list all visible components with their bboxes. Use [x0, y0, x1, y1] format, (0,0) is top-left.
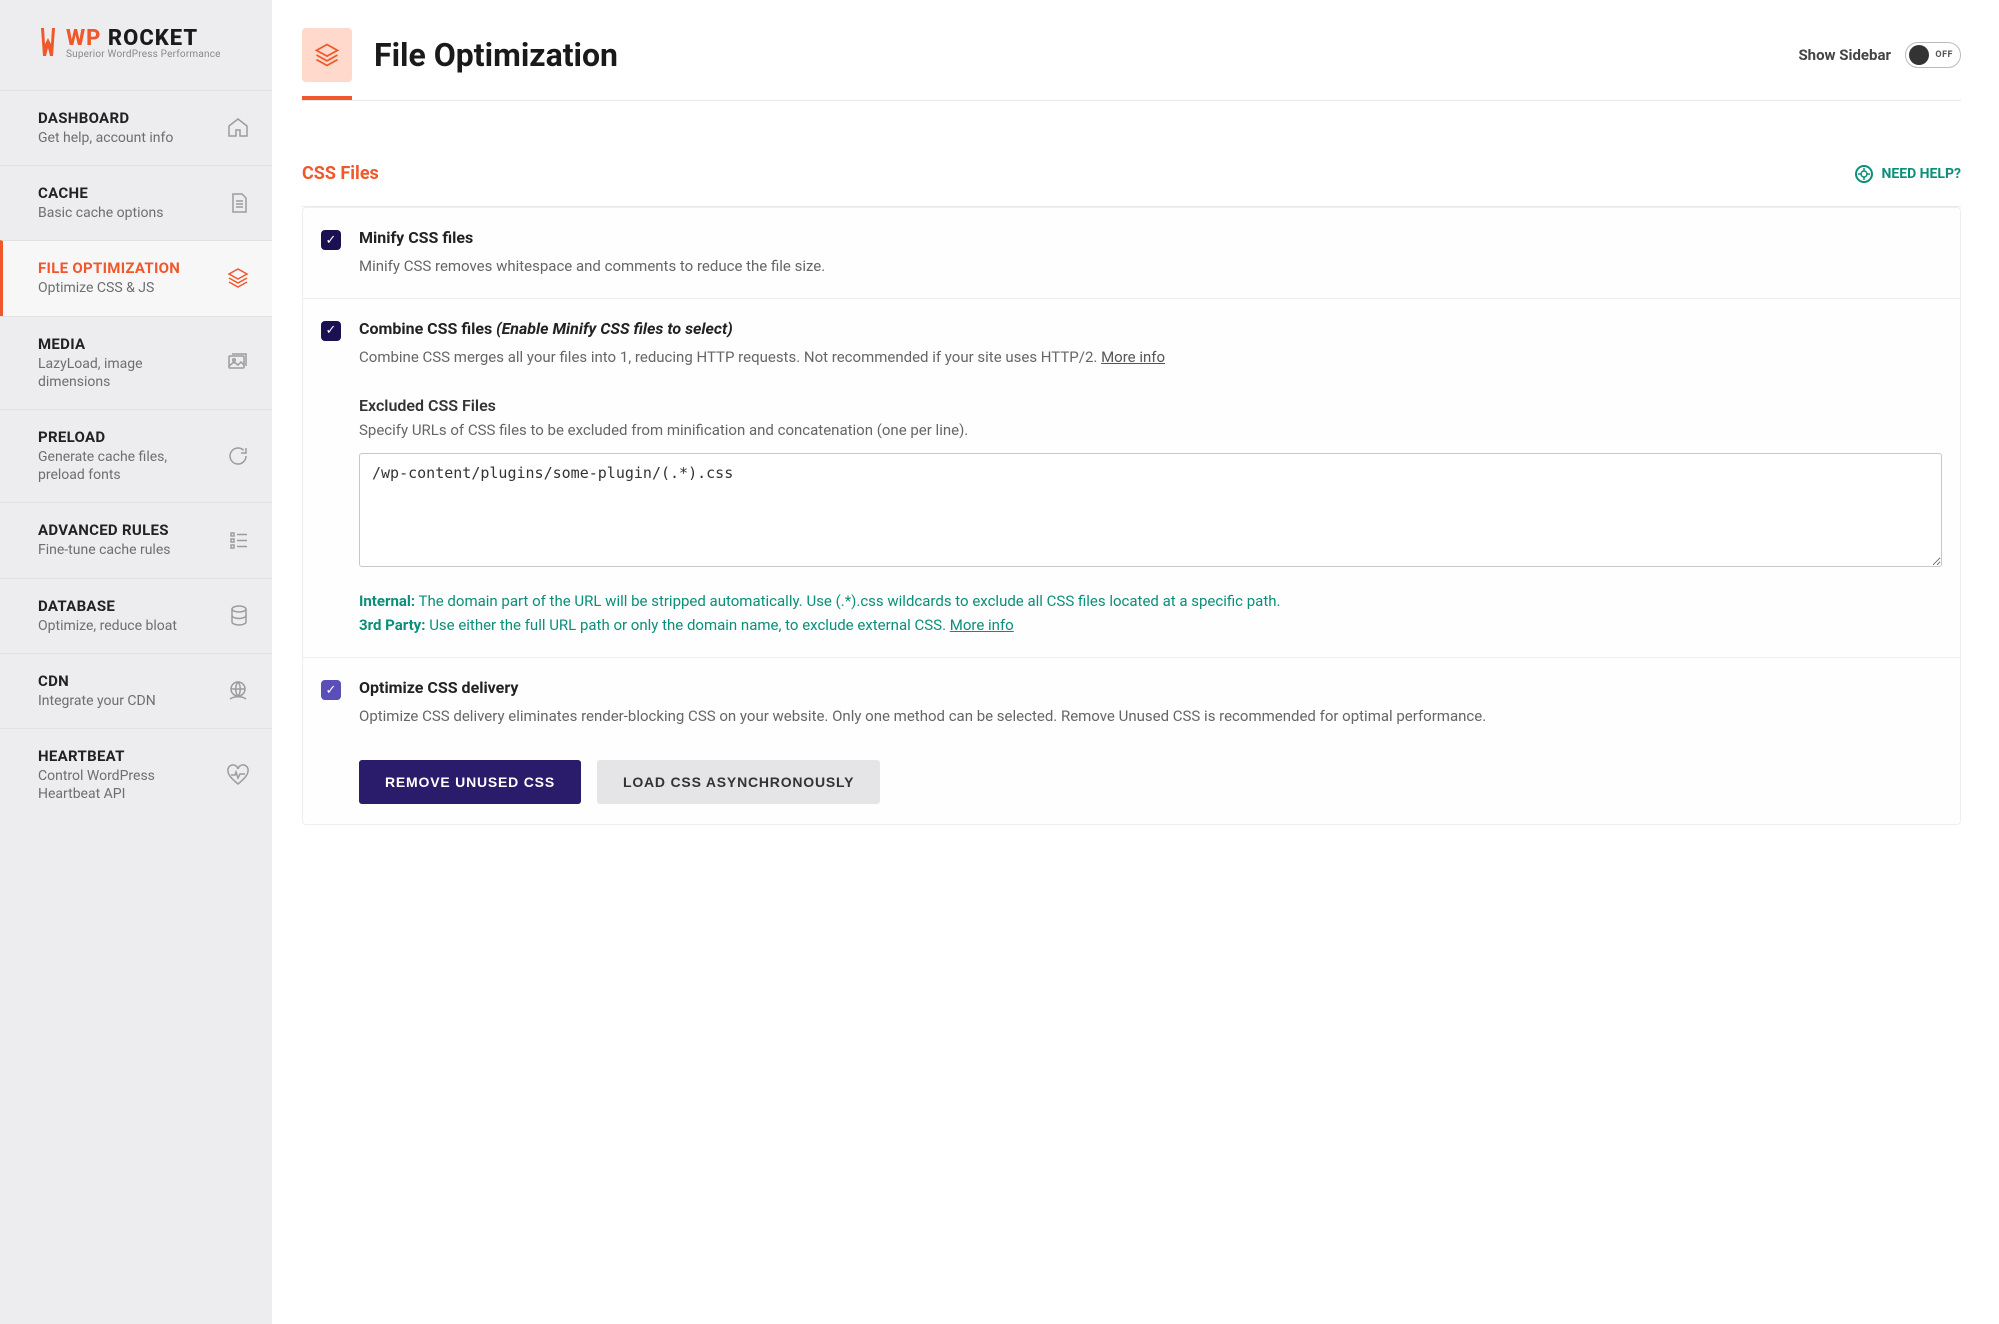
optimize-css-checkbox[interactable]: ✓	[321, 680, 341, 700]
refresh-icon	[226, 444, 250, 468]
combine-css-more-info-link[interactable]: More info	[1101, 348, 1165, 366]
optimize-css-buttons: REMOVE UNUSED CSS LOAD CSS ASYNCHRONOUSL…	[359, 760, 1942, 804]
page-title: File Optimization	[374, 36, 618, 74]
optimize-css-desc: Optimize CSS delivery eliminates render-…	[359, 705, 1942, 728]
combine-css-desc: Combine CSS merges all your files into 1…	[359, 346, 1942, 369]
sidebar-item-heartbeat[interactable]: HEARTBEATControl WordPress Heartbeat API	[0, 728, 272, 821]
minify-css-checkbox[interactable]: ✓	[321, 230, 341, 250]
optimize-css-title: Optimize CSS delivery	[359, 678, 1942, 697]
sidebar-item-cdn[interactable]: CDNIntegrate your CDN	[0, 653, 272, 728]
combine-css-checkbox[interactable]: ✓	[321, 321, 341, 341]
page-stack-icon	[302, 28, 352, 82]
globe-icon	[226, 679, 250, 703]
image-icon	[226, 352, 250, 374]
excluded-css-hint: Internal: The domain part of the URL wil…	[359, 589, 1942, 637]
excluded-css-textarea[interactable]	[359, 453, 1942, 567]
sidebar-item-advanced-rules[interactable]: ADVANCED RULESFine-tune cache rules	[0, 502, 272, 577]
brand: WP ROCKET Superior WordPress Performance	[0, 0, 272, 90]
brand-logo-icon	[38, 26, 58, 60]
excluded-css-more-info-link[interactable]: More info	[950, 616, 1014, 634]
file-icon	[228, 191, 250, 215]
remove-unused-css-button[interactable]: REMOVE UNUSED CSS	[359, 760, 581, 804]
divider	[302, 100, 1961, 101]
option-minify-css: ✓ Minify CSS files Minify CSS removes wh…	[303, 208, 1960, 299]
help-ring-icon	[1855, 165, 1873, 183]
combine-css-title: Combine CSS files (Enable Minify CSS fil…	[359, 319, 1942, 338]
show-sidebar-toggle[interactable]: OFF	[1905, 42, 1961, 68]
need-help-link[interactable]: NEED HELP?	[1855, 165, 1961, 183]
database-icon	[228, 604, 250, 628]
excluded-css-title: Excluded CSS Files	[359, 396, 1942, 415]
css-options-panel: ✓ Minify CSS files Minify CSS removes wh…	[302, 207, 1961, 825]
list-icon	[228, 529, 250, 551]
heart-icon	[226, 764, 250, 786]
section-title: CSS Files	[302, 163, 379, 184]
option-combine-css: ✓ Combine CSS files (Enable Minify CSS f…	[303, 299, 1960, 659]
sidebar-item-preload[interactable]: PRELOADGenerate cache files, preload fon…	[0, 409, 272, 502]
page-header: File Optimization Show Sidebar OFF	[302, 28, 1961, 82]
sidebar-item-media[interactable]: MEDIALazyLoad, image dimensions	[0, 316, 272, 409]
excluded-css-block: Excluded CSS Files Specify URLs of CSS f…	[359, 396, 1942, 637]
excluded-css-desc: Specify URLs of CSS files to be excluded…	[359, 421, 1942, 439]
brand-subtitle: Superior WordPress Performance	[66, 50, 221, 60]
sidebar-item-database[interactable]: DATABASEOptimize, reduce bloat	[0, 578, 272, 653]
sidebar-item-file-optimization[interactable]: FILE OPTIMIZATIONOptimize CSS & JS	[0, 240, 272, 315]
show-sidebar-label: Show Sidebar	[1798, 46, 1891, 64]
sidebar: WP ROCKET Superior WordPress Performance…	[0, 0, 272, 1324]
option-optimize-css: ✓ Optimize CSS delivery Optimize CSS del…	[303, 658, 1960, 824]
home-icon	[226, 116, 250, 140]
brand-title: WP ROCKET	[66, 28, 221, 50]
load-css-async-button[interactable]: LOAD CSS ASYNCHRONOUSLY	[597, 760, 880, 804]
main: File Optimization Show Sidebar OFF CSS F…	[272, 0, 1999, 1324]
minify-css-desc: Minify CSS removes whitespace and commen…	[359, 255, 1942, 278]
stack-icon	[226, 266, 250, 290]
sidebar-item-dashboard[interactable]: DASHBOARDGet help, account info	[0, 90, 272, 165]
minify-css-title: Minify CSS files	[359, 228, 1942, 247]
sidebar-item-cache[interactable]: CACHEBasic cache options	[0, 165, 272, 240]
section-header: CSS Files NEED HELP?	[302, 163, 1961, 184]
